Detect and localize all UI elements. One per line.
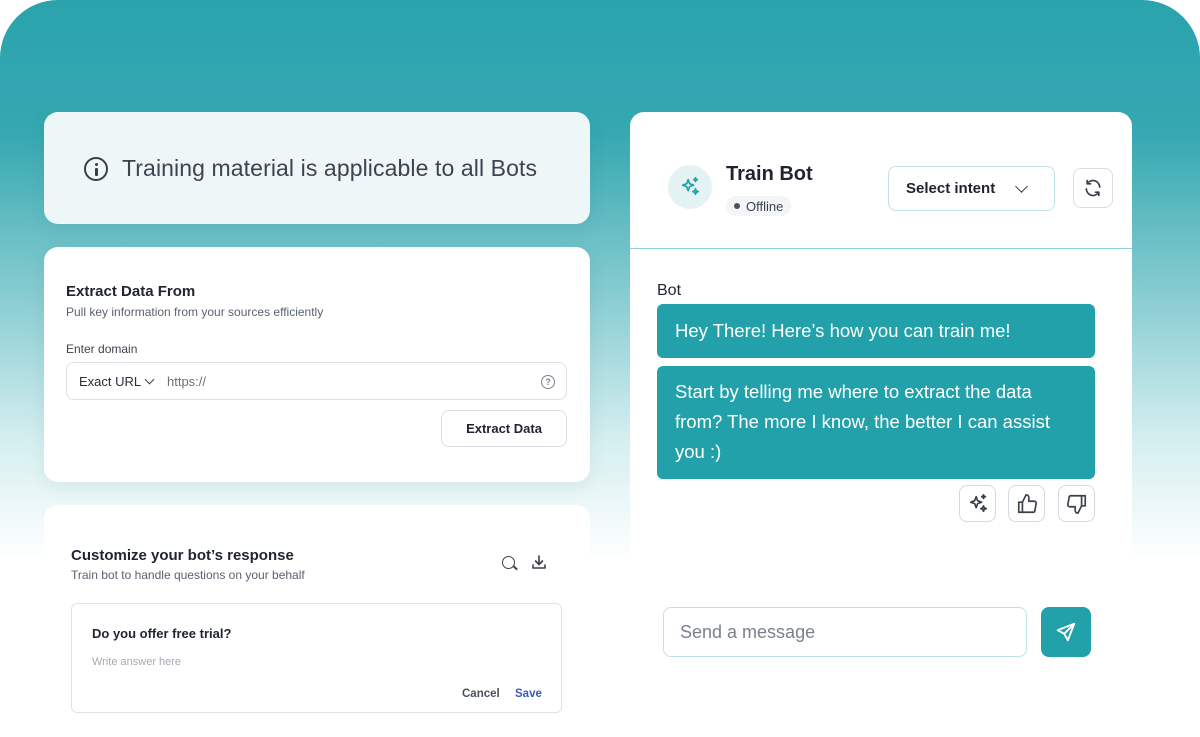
chevron-down-icon (1015, 180, 1028, 193)
extract-data-button[interactable]: Extract Data (441, 410, 567, 447)
info-banner-text: Training material is applicable to all B… (122, 155, 538, 181)
like-button[interactable] (1008, 485, 1045, 522)
thumbs-down-icon (1066, 494, 1086, 514)
help-circle-icon[interactable]: ? (541, 375, 555, 389)
customize-title: Customize your bot’s response (71, 547, 294, 564)
page-background: Training material is applicable to all B… (0, 0, 1200, 737)
customize-subtitle: Train bot to handle questions on your be… (71, 568, 305, 582)
domain-field: Exact URL ? (66, 362, 567, 400)
status-text: Offline (746, 198, 784, 214)
url-input[interactable] (167, 366, 507, 396)
sparkle-icon (969, 493, 987, 512)
header-divider (630, 248, 1132, 249)
match-type-value: Exact URL (79, 373, 142, 389)
improve-response-button[interactable] (959, 485, 996, 522)
bot-name: Train Bot (726, 163, 813, 185)
message-sender: Bot (657, 282, 682, 299)
save-button[interactable]: Save (515, 688, 542, 700)
download-icon[interactable] (531, 554, 547, 570)
dislike-button[interactable] (1058, 485, 1095, 522)
bot-message: Hey There! Here’s how you can train me! (657, 304, 1095, 358)
bot-avatar (668, 165, 712, 209)
customize-response-card: Customize your bot’s response Train bot … (44, 505, 590, 737)
cancel-button[interactable]: Cancel (462, 688, 500, 700)
domain-label: Enter domain (66, 342, 138, 356)
match-type-select[interactable]: Exact URL (67, 374, 167, 389)
answer-input[interactable]: Write answer here (92, 656, 181, 668)
extract-title: Extract Data From (66, 283, 196, 300)
train-bot-panel: Train Bot Offline Select intent Bot Hey … (630, 112, 1132, 737)
sparkle-icon (681, 177, 700, 196)
extract-subtitle: Pull key information from your sources e… (66, 305, 324, 319)
qa-editor: Do you offer free trial? Write answer he… (71, 603, 562, 713)
status-badge: Offline (726, 196, 792, 216)
extract-data-card: Extract Data From Pull key information f… (44, 247, 590, 482)
send-button[interactable] (1041, 607, 1091, 657)
intent-select[interactable]: Select intent (888, 166, 1055, 211)
thumbs-up-icon (1017, 493, 1037, 513)
send-icon (1056, 622, 1076, 642)
info-icon (84, 156, 108, 181)
info-banner-content: Training material is applicable to all B… (84, 155, 537, 182)
question-text: Do you offer free trial? (92, 626, 232, 641)
refresh-icon (1085, 179, 1101, 197)
status-dot (734, 203, 740, 209)
refresh-button[interactable] (1073, 168, 1113, 208)
message-input[interactable] (663, 607, 1027, 657)
chevron-down-icon (144, 374, 155, 384)
intent-select-label: Select intent (906, 180, 996, 197)
search-icon[interactable] (502, 556, 515, 569)
bot-message: Start by telling me where to extract the… (657, 366, 1095, 479)
